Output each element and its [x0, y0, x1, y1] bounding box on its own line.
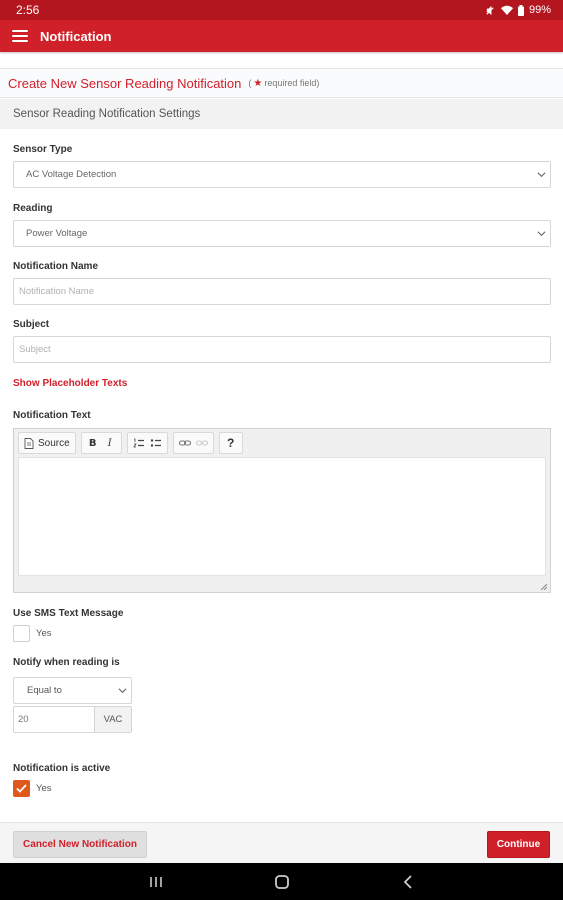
back-icon — [403, 874, 412, 889]
source-icon — [24, 437, 34, 449]
numbered-list-icon — [132, 438, 144, 448]
subject-label: Subject — [13, 319, 50, 330]
unlink-button[interactable] — [194, 434, 210, 452]
subject-input[interactable]: Subject — [13, 336, 551, 363]
show-placeholder-texts-link[interactable]: Show Placeholder Texts — [13, 378, 127, 389]
page-header: Create New Sensor Reading Notification (… — [0, 68, 563, 98]
link-icon — [178, 440, 191, 446]
link-button[interactable] — [177, 434, 193, 452]
sensor-type-value: AC Voltage Detection — [26, 169, 117, 180]
required-field-text: required field — [264, 78, 317, 88]
bulleted-list-button[interactable] — [148, 434, 164, 452]
notify-when-label: Notify when reading is — [13, 657, 120, 668]
continue-button[interactable]: Continue — [487, 831, 550, 858]
sensor-type-select[interactable]: AC Voltage Detection — [13, 161, 551, 188]
app-title: Notification — [40, 28, 112, 44]
subject-placeholder: Subject — [19, 344, 51, 355]
page-title: Create New Sensor Reading Notification — [8, 75, 242, 91]
comparator-select[interactable]: Equal to — [13, 677, 132, 704]
chevron-down-icon — [537, 172, 546, 178]
required-field-note: (★ required field) — [248, 77, 320, 89]
required-star-icon: ★ — [253, 77, 263, 89]
active-label: Notification is active — [13, 763, 111, 774]
notification-text-label: Notification Text — [13, 410, 91, 421]
threshold-value-input[interactable]: 20 — [13, 706, 95, 733]
app-bar: Notification — [0, 20, 563, 52]
unit-addon: VAC — [94, 706, 132, 733]
chevron-down-icon — [537, 231, 546, 237]
notification-name-input[interactable]: Notification Name — [13, 278, 551, 305]
back-button[interactable] — [398, 872, 418, 892]
active-checkbox[interactable] — [13, 780, 30, 797]
cancel-button[interactable]: Cancel New Notification — [13, 831, 147, 858]
status-time: 2:56 — [16, 3, 40, 17]
battery-icon — [517, 4, 524, 16]
resize-grip-icon[interactable] — [540, 583, 547, 590]
recent-apps-icon — [149, 876, 162, 887]
notification-name-placeholder: Notification Name — [19, 286, 94, 297]
sms-checkbox-label: Yes — [36, 628, 52, 639]
reading-select[interactable]: Power Voltage — [13, 220, 551, 247]
mute-icon — [486, 5, 494, 15]
toolbar-group-format: B I — [80, 432, 122, 454]
source-button[interactable]: Source — [22, 434, 72, 452]
comparator-value: Equal to — [27, 685, 62, 696]
status-icons: 99% — [485, 4, 551, 16]
active-checkbox-label: Yes — [36, 783, 52, 794]
toolbar-group-lists — [126, 432, 168, 454]
editor-toolbar: Source B I ? — [18, 432, 243, 454]
sms-checkbox[interactable] — [13, 625, 30, 642]
toolbar-group-links — [172, 432, 214, 454]
bold-button[interactable]: B — [85, 434, 101, 452]
notification-text-area[interactable] — [18, 457, 546, 576]
home-button[interactable] — [272, 872, 292, 892]
sms-label: Use SMS Text Message — [13, 608, 124, 619]
home-icon — [274, 874, 289, 889]
form-footer: Cancel New Notification Continue — [0, 822, 563, 863]
wifi-icon — [500, 5, 513, 15]
threshold-value: 20 — [18, 714, 29, 725]
status-bar: 2:56 99% — [0, 0, 563, 20]
notification-name-label: Notification Name — [13, 261, 99, 272]
rich-text-editor: Source B I ? — [13, 428, 551, 593]
hamburger-menu-icon[interactable] — [12, 30, 28, 42]
recent-apps-button[interactable] — [146, 872, 166, 892]
italic-button[interactable]: I — [102, 434, 118, 452]
sensor-type-label: Sensor Type — [13, 144, 73, 155]
section-header: Sensor Reading Notification Settings — [0, 99, 563, 129]
toolbar-group-source: Source — [18, 432, 76, 454]
reading-label: Reading — [13, 203, 53, 214]
toolbar-group-help: ? — [218, 432, 243, 454]
unlink-icon — [195, 440, 208, 446]
chevron-down-icon — [118, 688, 127, 694]
help-button[interactable]: ? — [223, 434, 239, 452]
bulleted-list-icon — [150, 439, 161, 447]
source-button-label: Source — [38, 437, 70, 449]
system-nav-bar — [0, 863, 563, 900]
numbered-list-button[interactable] — [131, 434, 147, 452]
reading-value: Power Voltage — [26, 228, 88, 239]
checkmark-icon — [16, 784, 27, 793]
battery-percent: 99% — [528, 4, 551, 16]
